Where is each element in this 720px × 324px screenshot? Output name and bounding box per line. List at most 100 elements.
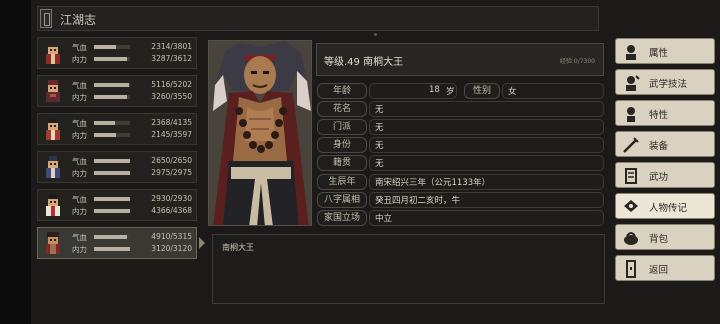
- mp-bar: [94, 209, 130, 213]
- hp-value: 5116/5202: [151, 80, 192, 89]
- hp-label: 气血: [72, 119, 87, 128]
- gender-value: 女: [508, 87, 517, 97]
- field-label: 门派: [317, 119, 367, 135]
- hp-value: 2314/3801: [151, 42, 192, 51]
- hp-bar: [94, 45, 130, 49]
- experience-text: 经验:0/7300: [559, 58, 595, 65]
- field-value: 无: [375, 123, 384, 133]
- mp-bar: [94, 171, 130, 175]
- bag-icon: [624, 232, 638, 245]
- mp-label: 内力: [72, 55, 87, 64]
- hp-bar: [94, 197, 130, 201]
- party-member-4[interactable]: 气血 2650/2650 内力 2975/2975: [37, 151, 197, 183]
- field-value: 无: [375, 105, 384, 115]
- page-title: 江湖志: [60, 13, 97, 27]
- attribute-icon: [626, 45, 636, 60]
- menu-kungfu-button[interactable]: 武功: [615, 162, 715, 188]
- field-row-nickname: 花名 无: [316, 101, 606, 117]
- mp-value: 3120/3120: [151, 244, 192, 253]
- menu-attributes-button[interactable]: 属性: [615, 38, 715, 64]
- mp-label: 内力: [72, 207, 87, 216]
- hp-bar: [94, 159, 130, 163]
- name-level-box: 等级.49 南桐大王 经验:0/7300: [316, 43, 604, 76]
- mp-bar: [94, 57, 130, 61]
- hp-bar: [94, 235, 130, 239]
- field-label: 花名: [317, 101, 367, 117]
- mp-label: 内力: [72, 245, 87, 254]
- field-row-birth-year: 生辰年 南宋绍兴三年（公元1133年）: [316, 174, 606, 190]
- menu-return-button[interactable]: 返回: [615, 255, 715, 281]
- hp-bar: [94, 121, 130, 125]
- avatar: [46, 80, 60, 102]
- menu-biography-button[interactable]: 人物传记: [615, 193, 715, 219]
- hp-label: 气血: [72, 81, 87, 90]
- field-label: 八字属相: [317, 192, 367, 208]
- menu-traits-button[interactable]: 特性: [615, 100, 715, 126]
- field-value: 无: [375, 159, 384, 169]
- party-member-1[interactable]: 气血 2314/3801 内力 3287/3612: [37, 37, 197, 69]
- field-value: 无: [375, 141, 384, 151]
- biography-text: 南桐大王: [222, 243, 254, 252]
- field-label: 生辰年: [317, 174, 367, 190]
- party-member-2[interactable]: 气血 5116/5202 内力 3260/3550: [37, 75, 197, 107]
- indicator-dot: [374, 33, 377, 36]
- kungfu-icon: [625, 168, 637, 184]
- book-icon: [40, 9, 52, 28]
- hp-label: 气血: [72, 233, 87, 242]
- field-value: 中立: [375, 214, 393, 224]
- character-portrait: [208, 40, 312, 226]
- field-value: 南宋绍兴三年（公元1133年）: [375, 178, 491, 188]
- character-screen: 江湖志 气血 2314/3801 内力 3287/3612 气血 5116/52…: [31, 0, 720, 324]
- party-member-6[interactable]: 气血 4910/5315 内力 3120/3120: [37, 227, 205, 259]
- mp-label: 内力: [72, 169, 87, 178]
- menu-martial-skills-button[interactable]: 武学技法: [615, 69, 715, 95]
- avatar: [46, 194, 60, 216]
- hp-value: 2368/4135: [151, 118, 192, 127]
- hp-label: 气血: [72, 195, 87, 204]
- hp-label: 气血: [72, 157, 87, 166]
- equipment-icon: [623, 137, 639, 153]
- character-name-level: 等级.49 南桐大王: [324, 57, 404, 68]
- hp-bar: [94, 83, 130, 87]
- menu-equipment-button[interactable]: 装备: [615, 131, 715, 157]
- avatar: [46, 43, 60, 64]
- gender-box: [502, 83, 604, 99]
- age-gender-row: 年龄 18 岁 性别 女: [316, 83, 606, 99]
- avatar: [46, 118, 60, 140]
- mp-value: 3287/3612: [151, 54, 192, 63]
- mp-bar: [94, 247, 130, 251]
- biography-panel: 南桐大王: [212, 234, 605, 304]
- avatar: [46, 232, 60, 254]
- party-member-3[interactable]: 气血 2368/4135 内力 2145/3597: [37, 113, 197, 145]
- field-row-origin: 籍贯 无: [316, 155, 606, 171]
- mp-label: 内力: [72, 131, 87, 140]
- party-member-5[interactable]: 气血 2930/2930 内力 4366/4368: [37, 189, 197, 221]
- field-row-identity: 身份 无: [316, 137, 606, 153]
- field-row-zodiac: 八字属相 癸丑四月初二亥时，牛: [316, 192, 606, 208]
- mp-value: 4366/4368: [151, 206, 192, 215]
- martial-skill-icon: [626, 75, 640, 91]
- mp-label: 内力: [72, 93, 87, 102]
- age-unit: 岁: [446, 87, 455, 97]
- age-label: 年龄: [317, 83, 367, 99]
- party-list: 气血 2314/3801 内力 3287/3612 气血 5116/5202 内…: [37, 37, 205, 265]
- mp-bar: [94, 133, 130, 137]
- mp-value: 2975/2975: [151, 168, 192, 177]
- field-row-sect: 门派 无: [316, 119, 606, 135]
- avatar: [46, 156, 60, 178]
- age-box: [369, 83, 457, 99]
- field-row-stance: 家国立场 中立: [316, 210, 606, 226]
- field-label: 家国立场: [317, 210, 367, 226]
- mp-value: 2145/3597: [151, 130, 192, 139]
- screen-edge: [0, 0, 31, 324]
- age-value: 18: [429, 85, 440, 95]
- biography-icon: [624, 200, 638, 212]
- field-label: 身份: [317, 137, 367, 153]
- menu-bag-button[interactable]: 背包: [615, 224, 715, 250]
- trait-icon: [627, 107, 635, 122]
- hp-value: 2650/2650: [151, 156, 192, 165]
- portrait-image: [209, 41, 311, 225]
- return-icon: [626, 260, 636, 278]
- mp-value: 3260/3550: [151, 92, 192, 101]
- selection-arrow-icon: [199, 237, 205, 249]
